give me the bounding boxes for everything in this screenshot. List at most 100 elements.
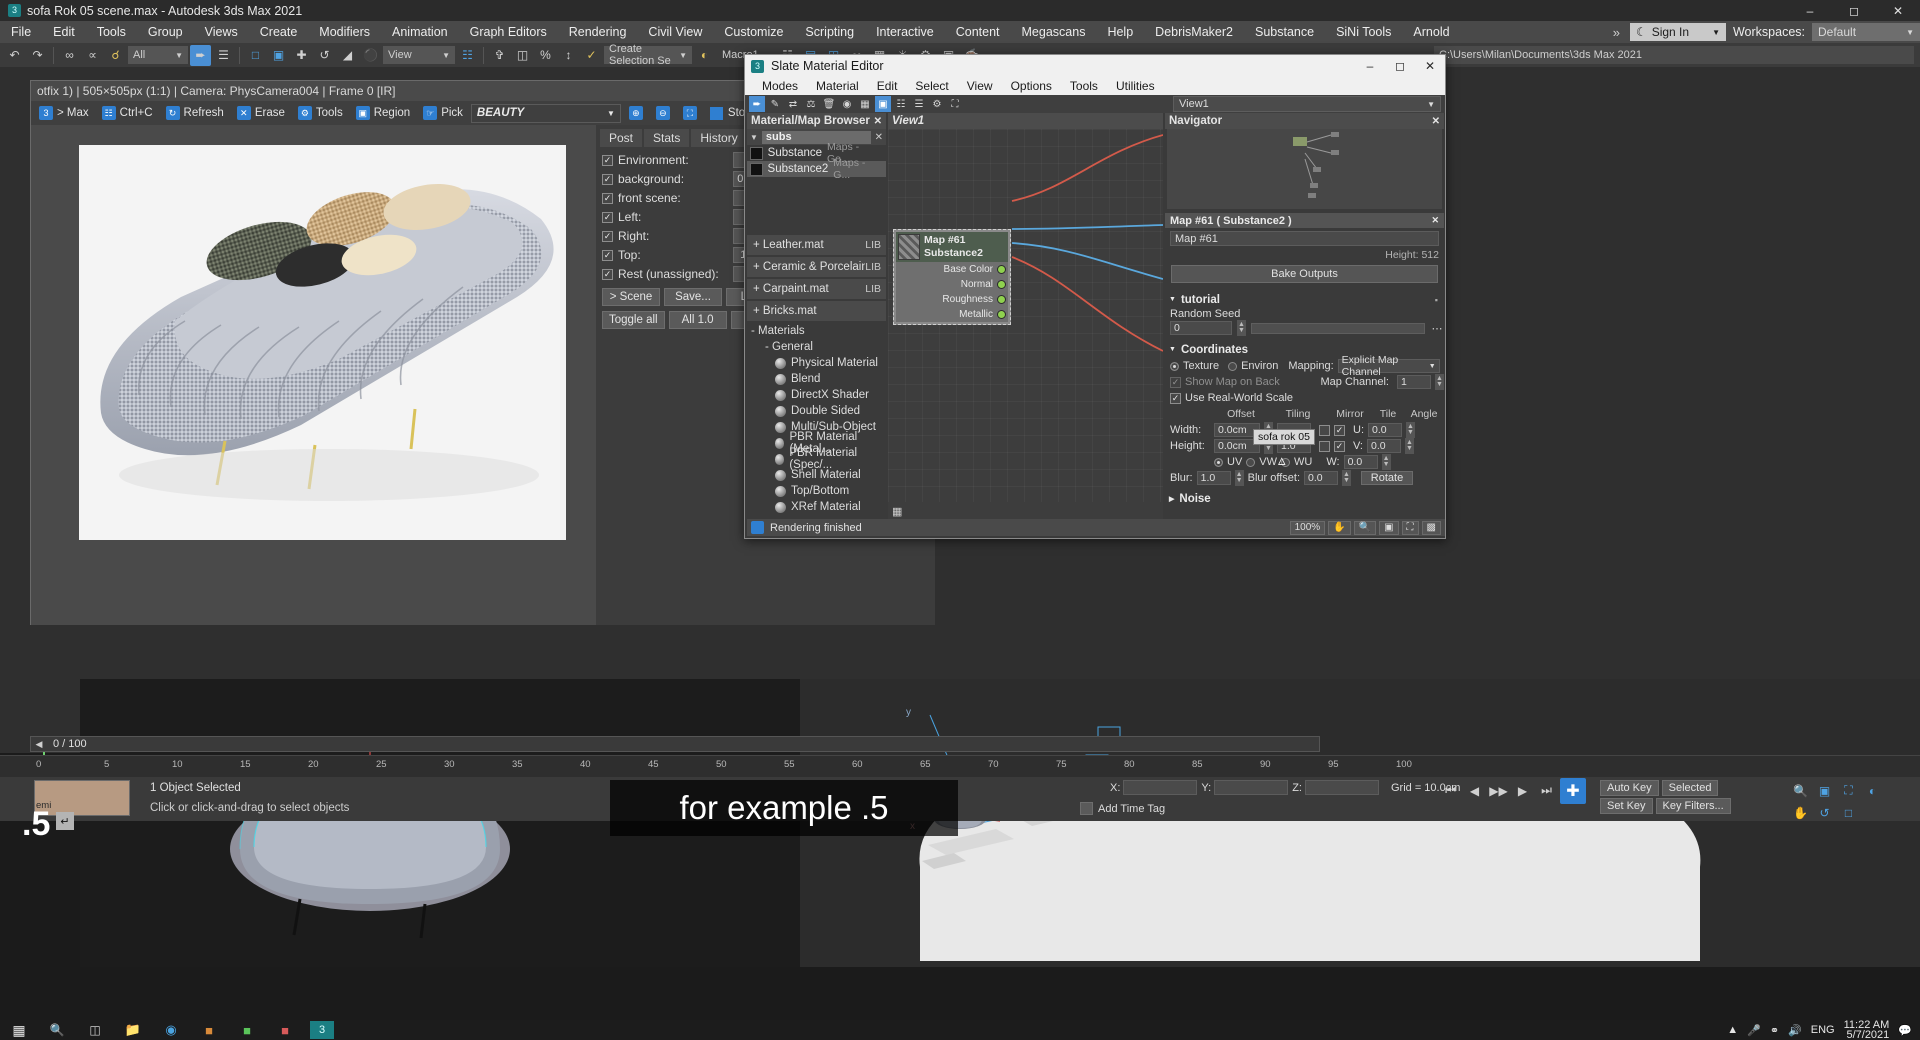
sme-close-button[interactable]: ✕ xyxy=(1415,55,1445,77)
bind-to-space-warp-icon[interactable]: ☌ xyxy=(105,45,126,66)
vfb-copy-button[interactable]: ☷ Ctrl+C xyxy=(97,104,158,123)
select-and-scale-icon[interactable]: ◢ xyxy=(337,45,358,66)
assign-material-icon[interactable]: ⚖ xyxy=(803,96,819,112)
tab-stats[interactable]: Stats xyxy=(644,129,690,147)
select-arrow-icon[interactable]: ➨ xyxy=(749,96,765,112)
sign-in-button[interactable]: ☾ Sign In ▼ xyxy=(1629,23,1726,41)
vfb-region-button[interactable]: ▣ Region xyxy=(351,104,415,123)
add-keys-button[interactable]: ✚ xyxy=(1560,778,1586,804)
z-coordinate-field[interactable]: Z: xyxy=(1292,780,1379,795)
chevron-down-icon[interactable]: ▼ xyxy=(750,133,758,142)
timeline-collapse-icon[interactable]: ◀ xyxy=(31,739,47,750)
microphone-icon[interactable]: 🎤 xyxy=(1747,1024,1761,1037)
sme-view-select[interactable]: View1 ▼ xyxy=(1173,96,1441,112)
pan-view-icon[interactable]: ✋ xyxy=(1790,802,1811,823)
blur-offset-input[interactable]: 0.0 xyxy=(1304,471,1339,485)
zoom-extents-icon[interactable]: ⛶ xyxy=(1838,780,1859,801)
node-port-roughness[interactable]: Roughness xyxy=(896,292,1008,307)
volume-icon[interactable]: 🔊 xyxy=(1788,1024,1802,1037)
key-mode-panel[interactable]: Auto Key Selected Set Key Key Filters... xyxy=(1600,780,1731,814)
go-to-start-icon[interactable]: ⏮ xyxy=(1440,780,1461,801)
close-icon[interactable]: ✕ xyxy=(1431,215,1439,226)
render-image[interactable] xyxy=(79,145,566,540)
random-seed-row[interactable]: 0 ▲ ▼ ⋯ xyxy=(1165,320,1444,336)
port-dot-icon[interactable] xyxy=(997,295,1006,304)
selected-filter-button[interactable]: Selected xyxy=(1661,780,1719,796)
spinner-icon[interactable]: ▲▼ xyxy=(1381,454,1391,470)
tree-xref-material[interactable]: XRef Material xyxy=(747,499,886,515)
param-name-row[interactable]: Map #61 xyxy=(1165,228,1444,249)
menu-item-interactive[interactable]: Interactive xyxy=(865,21,945,43)
radio-vw[interactable] xyxy=(1246,457,1256,467)
percent-snap-icon[interactable]: % xyxy=(535,45,556,66)
move-children-icon[interactable]: ⇄ xyxy=(785,96,801,112)
sme-menu-view[interactable]: View xyxy=(958,79,1002,93)
clock[interactable]: 11:22 AM 5/7/2021 xyxy=(1844,1020,1890,1040)
folder-icon[interactable]: 📁 xyxy=(114,1020,152,1040)
tree-top-bottom[interactable]: Top/Bottom xyxy=(747,483,886,499)
layout-all-icon[interactable]: ☷ xyxy=(893,96,909,112)
material-map-browser[interactable]: Material/Map Browser ✕ ▼ subs ✕ Substanc… xyxy=(747,113,886,532)
port-dot-icon[interactable] xyxy=(997,265,1006,274)
sme-menu-select[interactable]: Select xyxy=(906,79,957,93)
selection-filter-select[interactable]: All ▼ xyxy=(128,46,188,64)
layout-children-icon[interactable]: ▣ xyxy=(875,96,891,112)
tree-blend[interactable]: Blend xyxy=(747,371,886,387)
menu-item-views[interactable]: Views xyxy=(194,21,249,43)
start-icon[interactable]: ▦ xyxy=(0,1020,38,1040)
mapping-select[interactable]: Explicit Map Channel ▼ xyxy=(1337,354,1440,378)
vfb-render-element-select[interactable]: BEAUTY ▼ xyxy=(470,103,621,123)
window-controls[interactable]: – ◻ ✕ xyxy=(1788,0,1920,21)
menu-item-scripting[interactable]: Scripting xyxy=(794,21,865,43)
max-icon[interactable]: 3 xyxy=(310,1021,334,1039)
toggle-all-button[interactable]: Toggle all xyxy=(602,311,665,329)
minimize-button[interactable]: – xyxy=(1788,0,1832,21)
named-selection-set-input[interactable]: Create Selection Se ▼ xyxy=(604,43,692,67)
material-map-browser-toggle-icon[interactable]: ☰ xyxy=(911,96,927,112)
timeline-track-bar[interactable]: ◀ 0 / 100 xyxy=(30,736,1320,752)
vfb-fit-button[interactable]: ⛶ xyxy=(678,104,702,123)
blur-row[interactable]: Blur: 1.0 ▲ ▼ Blur offset: 0.0 ▲ ▼ Rotate xyxy=(1165,470,1444,486)
system-tray[interactable]: ▲ 🎤 ⚭ 🔊 ENG 11:22 AM 5/7/2021 💬 xyxy=(1727,1020,1920,1040)
go-to-end-icon[interactable]: ⏭ xyxy=(1536,780,1557,801)
substance-icon[interactable]: ■ xyxy=(190,1020,228,1040)
zoom-level-value[interactable]: 100% xyxy=(1289,520,1326,535)
tab-history[interactable]: History xyxy=(691,129,747,147)
checkbox-right[interactable]: ✓ xyxy=(602,230,613,242)
sme-minimize-button[interactable]: – xyxy=(1355,55,1385,77)
checkbox-show-map-on-back[interactable]: ✓ xyxy=(1170,376,1181,388)
undo-icon[interactable]: ↶ xyxy=(4,45,25,66)
rollout-pin-icon[interactable]: ▪ xyxy=(1435,295,1444,305)
select-by-name-icon[interactable]: ☰ xyxy=(213,45,234,66)
vfb-tools-button[interactable]: ⚙ Tools xyxy=(293,104,348,123)
tree-materials[interactable]: - Materials xyxy=(747,323,886,339)
checkbox-tile-v[interactable]: ✓ xyxy=(1334,440,1345,452)
sme-menu-tools[interactable]: Tools xyxy=(1061,79,1107,93)
unlink-selection-icon[interactable]: ∝ xyxy=(82,45,103,66)
placement-tool-icon[interactable]: ⚫ xyxy=(360,45,381,66)
windows-taskbar[interactable]: ▦ 🔍 ◫ 📁 ◉ ■ ■ ■ 3 ▲ 🎤 ⚭ 🔊 ENG 11:22 AM 5… xyxy=(0,1020,1920,1040)
mirror-icon[interactable]: ◐ xyxy=(694,45,715,66)
key-filters-button[interactable]: Key Filters... xyxy=(1655,798,1731,814)
language-indicator[interactable]: ENG xyxy=(1811,1024,1835,1036)
radio-texture[interactable] xyxy=(1170,361,1179,371)
library-row-carpaint[interactable]: + Carpaint.mat LIB xyxy=(747,279,886,299)
zoom-tool-icon[interactable]: 🔍 xyxy=(1790,780,1811,801)
close-button[interactable]: ✕ xyxy=(1876,0,1920,21)
delete-icon[interactable]: 🗑 xyxy=(821,96,837,112)
sme-window-controls[interactable]: – ◻ ✕ xyxy=(1355,55,1445,77)
angle-v-input[interactable]: 0.0 xyxy=(1367,439,1401,453)
sme-toolbar[interactable]: ➨ ✎ ⇄ ⚖ 🗑 ◉ ▦ ▣ ☷ ☰ ⚙ ⛶ View1 ▼ xyxy=(745,95,1445,113)
tree-double-sided[interactable]: Double Sided xyxy=(747,403,886,419)
uvw-row[interactable]: UV VW WU W: 0.0 ▲ ▼ xyxy=(1165,454,1444,470)
library-row-leather[interactable]: + Leather.mat LIB xyxy=(747,235,886,255)
menu-item-civil-view[interactable]: Civil View xyxy=(637,21,713,43)
zoom-region-icon[interactable]: ▣ xyxy=(1379,520,1399,535)
node-header[interactable]: Map #61 Substance2 xyxy=(896,232,1008,262)
sme-maximize-button[interactable]: ◻ xyxy=(1385,55,1415,77)
vfb-pick-button[interactable]: ☞ Pick xyxy=(418,104,468,123)
add-time-tag-row[interactable]: Add Time Tag xyxy=(1080,802,1165,815)
spinner-snap-icon[interactable]: ↕ xyxy=(558,45,579,66)
menu-item-substance[interactable]: Substance xyxy=(1244,21,1325,43)
animation-playback-controls[interactable]: ⏮ ◀ ▶▶ ▶ ⏭ xyxy=(1440,780,1557,801)
